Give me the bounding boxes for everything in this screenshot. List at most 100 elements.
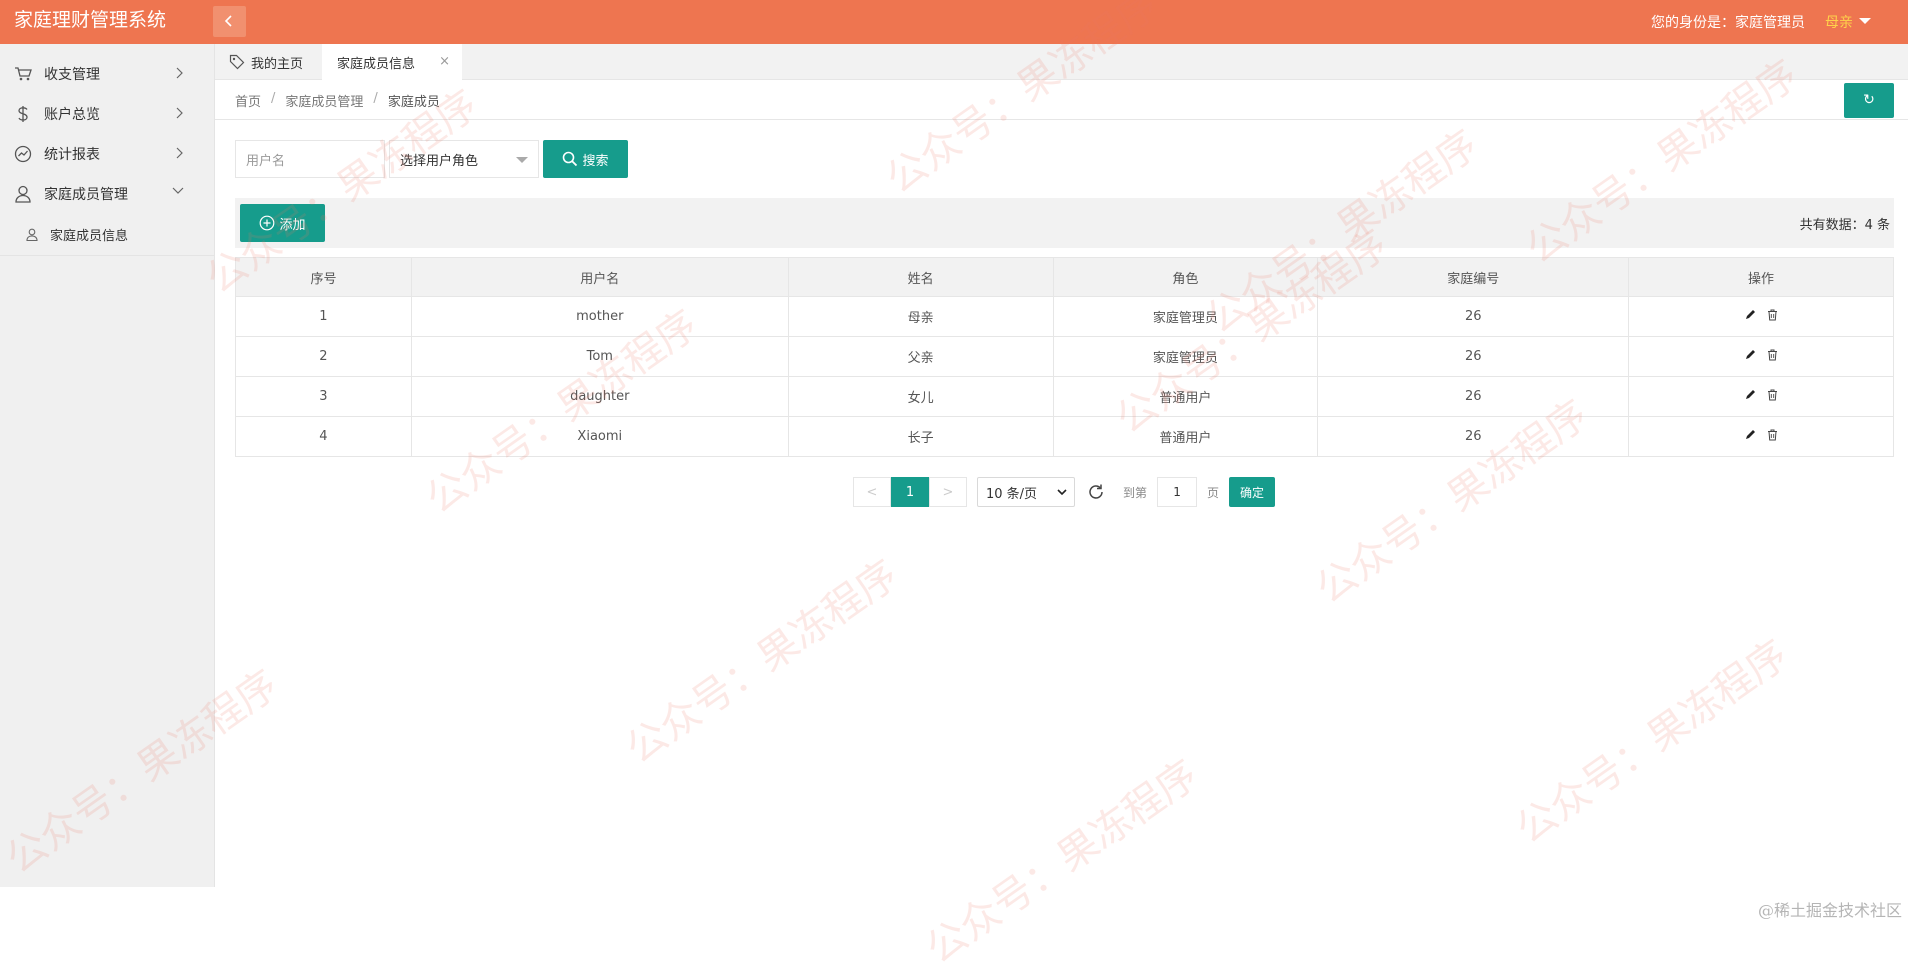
breadcrumb-bar: 首页 / 家庭成员管理 / 家庭成员 ↻ <box>215 80 1908 120</box>
delete-icon[interactable] <box>1767 309 1778 325</box>
pagination: < 1 > 10 条/页 到第 1 页 确定 <box>853 477 1275 507</box>
username-input[interactable]: 用户名 <box>235 140 385 178</box>
total-count: 共有数据：4 条 <box>1800 214 1890 233</box>
tab-bar: 我的主页 家庭成员信息 × <box>215 44 1908 80</box>
chart-icon <box>14 145 32 163</box>
cart-icon <box>14 65 32 83</box>
table-row: 3 daughter 女儿 普通用户 26 <box>236 377 1894 417</box>
cell-role: 普通用户 <box>1053 417 1318 457</box>
identity-label: 您的身份是：家庭管理员 <box>1651 12 1805 32</box>
refresh-button[interactable]: ↻ <box>1844 83 1894 118</box>
sidebar-item-family[interactable]: 家庭成员管理 <box>0 174 214 214</box>
top-header: 家庭理财管理系统 您的身份是：家庭管理员 母亲 <box>0 0 1908 44</box>
delete-icon[interactable] <box>1767 349 1778 365</box>
tab-home[interactable]: 我的主页 <box>229 44 303 80</box>
dollar-icon <box>14 105 32 123</box>
user-icon <box>26 228 40 241</box>
role-select-value: 选择用户角色 <box>400 150 478 169</box>
cell-role: 家庭管理员 <box>1053 337 1318 377</box>
delete-icon[interactable] <box>1767 389 1778 405</box>
delete-icon[interactable] <box>1767 429 1778 445</box>
tag-icon <box>229 54 245 70</box>
column-header: 序号 <box>236 258 412 297</box>
sidebar-item-label: 统计报表 <box>44 144 100 164</box>
cell-actions <box>1629 297 1894 337</box>
cell-actions <box>1629 337 1894 377</box>
close-icon[interactable]: × <box>439 54 450 69</box>
breadcrumb-current: 家庭成员 <box>388 91 440 110</box>
cell-username: daughter <box>411 377 788 417</box>
goto-page-input[interactable]: 1 <box>1157 477 1197 507</box>
collapse-sidebar-button[interactable] <box>213 6 246 37</box>
chevron-right-icon <box>176 107 184 119</box>
breadcrumb: 首页 / 家庭成员管理 / 家庭成员 <box>235 91 440 110</box>
watermark: 公众号：果冻程序 <box>912 743 1207 974</box>
cell-family-id: 26 <box>1318 337 1629 377</box>
tab-label: 我的主页 <box>251 53 303 72</box>
sidebar-item-accounts[interactable]: 账户总览 <box>0 94 214 134</box>
add-button[interactable]: 添加 <box>240 204 325 242</box>
table-row: 1 mother 母亲 家庭管理员 26 <box>236 297 1894 337</box>
breadcrumb-separator: / <box>271 91 275 110</box>
tab-family-info[interactable]: 家庭成员信息 × <box>322 44 462 80</box>
cell-actions <box>1629 377 1894 417</box>
sidebar-item-label: 家庭成员管理 <box>44 184 128 204</box>
next-page-button[interactable]: > <box>929 477 967 507</box>
user-menu[interactable]: 母亲 <box>1825 12 1871 32</box>
user-name: 母亲 <box>1825 12 1853 32</box>
user-icon <box>14 185 32 203</box>
sidebar-item-label: 账户总览 <box>44 104 100 124</box>
members-table: 序号 用户名 姓名 角色 家庭编号 操作 1 mother 母亲 家庭管理员 2… <box>235 257 1894 457</box>
sidebar-item-reports[interactable]: 统计报表 <box>0 134 214 174</box>
app-title: 家庭理财管理系统 <box>14 0 166 44</box>
refresh-icon[interactable] <box>1085 483 1107 501</box>
sidebar-subitem-family-info[interactable]: 家庭成员信息 <box>0 214 214 256</box>
edit-icon[interactable] <box>1744 309 1756 325</box>
watermark: 公众号：果冻程序 <box>612 543 907 774</box>
cell-index: 1 <box>236 297 412 337</box>
table-toolbar: 添加 共有数据：4 条 <box>235 198 1894 248</box>
breadcrumb-family-management[interactable]: 家庭成员管理 <box>285 91 363 110</box>
search-icon <box>562 151 578 167</box>
cell-role: 家庭管理员 <box>1053 297 1318 337</box>
caret-down-icon <box>516 157 528 163</box>
breadcrumb-home[interactable]: 首页 <box>235 91 261 110</box>
table-row: 2 Tom 父亲 家庭管理员 26 <box>236 337 1894 377</box>
cell-username: Tom <box>411 337 788 377</box>
cell-name: 父亲 <box>788 337 1053 377</box>
cell-username: mother <box>411 297 788 337</box>
plus-circle-icon <box>259 215 275 231</box>
chevron-right-icon <box>176 67 184 79</box>
breadcrumb-separator: / <box>373 91 377 110</box>
table-row: 4 Xiaomi 长子 普通用户 26 <box>236 417 1894 457</box>
add-button-label: 添加 <box>279 214 305 233</box>
edit-icon[interactable] <box>1744 349 1756 365</box>
chevron-down-icon <box>1056 486 1068 498</box>
chevron-right-icon <box>176 147 184 159</box>
watermark: 公众号：果冻程序 <box>1502 623 1797 854</box>
search-form: 用户名 选择用户角色 搜索 <box>235 140 628 178</box>
prev-page-button[interactable]: < <box>853 477 891 507</box>
page-unit-label: 页 <box>1207 484 1219 501</box>
cell-index: 2 <box>236 337 412 377</box>
page-size-select[interactable]: 10 条/页 <box>977 477 1075 507</box>
cell-username: Xiaomi <box>411 417 788 457</box>
column-header: 家庭编号 <box>1318 258 1629 297</box>
search-button[interactable]: 搜索 <box>543 140 628 178</box>
goto-label: 到第 <box>1123 484 1147 501</box>
caret-down-icon <box>1859 18 1871 24</box>
cell-family-id: 26 <box>1318 297 1629 337</box>
sidebar-item-income-expense[interactable]: 收支管理 <box>0 54 214 94</box>
role-select[interactable]: 选择用户角色 <box>389 140 539 178</box>
cell-index: 3 <box>236 377 412 417</box>
cell-family-id: 26 <box>1318 417 1629 457</box>
edit-icon[interactable] <box>1744 389 1756 405</box>
column-header: 用户名 <box>411 258 788 297</box>
sidebar: 收支管理 账户总览 统计报表 家庭成员管理 家庭成员信息 <box>0 44 215 887</box>
sidebar-item-label: 收支管理 <box>44 64 100 84</box>
chevron-down-icon <box>172 187 184 195</box>
footer-watermark: @稀土掘金技术社区 <box>1758 897 1902 921</box>
current-page[interactable]: 1 <box>891 477 929 507</box>
edit-icon[interactable] <box>1744 429 1756 445</box>
goto-confirm-button[interactable]: 确定 <box>1229 477 1275 507</box>
